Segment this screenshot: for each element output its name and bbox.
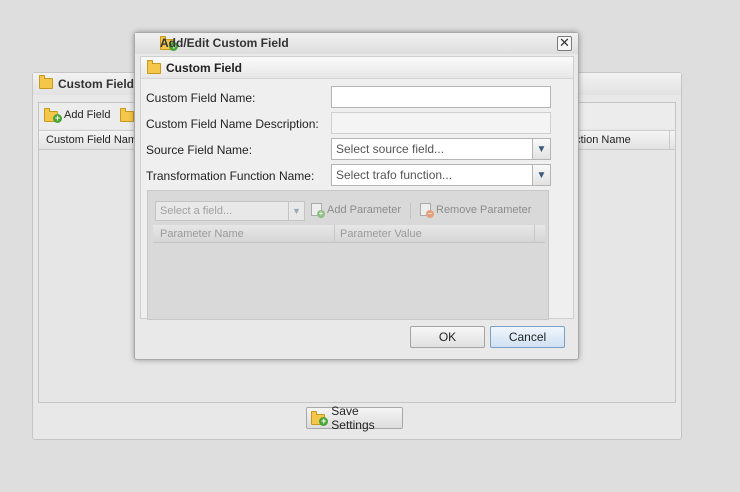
save-settings-label: Save Settings: [331, 404, 375, 432]
transformation-function-label: Transformation Function Name:: [146, 169, 315, 183]
custom-field-name-input[interactable]: [331, 86, 551, 108]
remove-parameter-label: Remove Parameter: [436, 203, 532, 216]
parameter-field-combo[interactable]: Select a field... ▼: [155, 201, 305, 221]
column-parameter-name[interactable]: Parameter Name: [160, 228, 244, 240]
folder-add-icon: +: [44, 108, 62, 123]
source-field-placeholder: Select source field...: [336, 142, 445, 156]
add-parameter-label: Add Parameter: [327, 203, 401, 216]
custom-field-description-input[interactable]: [331, 112, 551, 134]
column-custom-field-name[interactable]: Custom Field Nam: [46, 134, 137, 146]
column-divider: [534, 225, 535, 243]
column-divider: [669, 131, 670, 149]
ok-button[interactable]: OK: [410, 326, 485, 348]
folder-icon: [39, 75, 53, 92]
chevron-down-icon[interactable]: ▼: [288, 202, 304, 220]
fieldset-title: Custom Field: [166, 61, 243, 75]
add-field-label: Add Field: [64, 109, 111, 121]
custom-field-description-label: Custom Field Name Description:: [146, 117, 319, 131]
chevron-down-icon[interactable]: ▼: [532, 139, 550, 159]
remove-parameter-button[interactable]: − Remove Parameter: [420, 203, 532, 218]
custom-field-name-label: Custom Field Name:: [146, 91, 256, 105]
dialog-title: Add/Edit Custom Field: [160, 36, 289, 50]
add-parameter-button[interactable]: + Add Parameter: [311, 203, 401, 218]
cancel-button[interactable]: Cancel: [490, 326, 565, 348]
parameter-field-placeholder: Select a field...: [160, 205, 233, 217]
panel-title: Custom Field C: [58, 77, 147, 91]
close-icon[interactable]: ✕: [557, 36, 572, 51]
column-parameter-value[interactable]: Parameter Value: [340, 228, 422, 240]
toolbar-separator: [410, 203, 411, 219]
folder-icon: [147, 60, 161, 77]
column-divider: [334, 225, 335, 243]
chevron-down-icon[interactable]: ▼: [532, 165, 550, 185]
save-settings-button[interactable]: + Save Settings: [306, 404, 403, 432]
add-field-button[interactable]: + Add Field: [44, 108, 111, 123]
trafo-function-placeholder: Select trafo function...: [336, 168, 453, 182]
remove-parameter-icon: −: [420, 203, 434, 218]
source-field-combo[interactable]: Select source field... ▼: [331, 138, 551, 160]
folder-add-icon: +: [311, 411, 329, 426]
transformation-function-combo[interactable]: Select trafo function... ▼: [331, 164, 551, 186]
source-field-label: Source Field Name:: [146, 143, 253, 157]
add-parameter-icon: +: [311, 203, 325, 218]
